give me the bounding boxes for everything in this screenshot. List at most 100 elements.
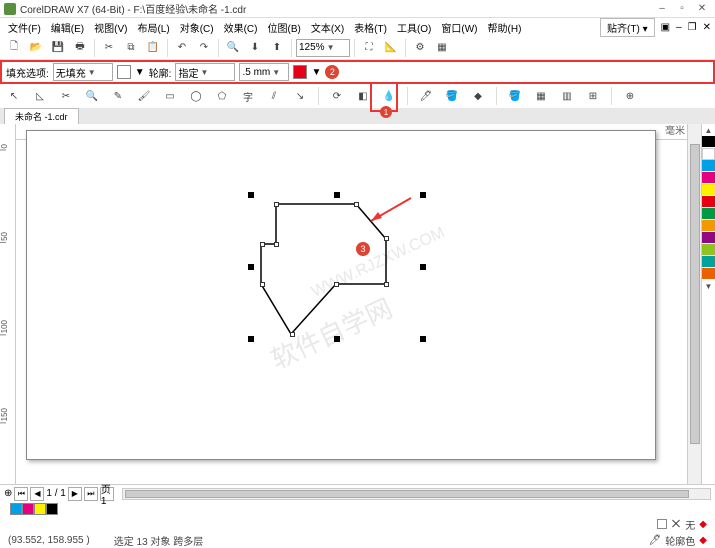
menu-layout[interactable]: 布局(L) (133, 19, 173, 36)
handle-tl[interactable] (248, 192, 254, 198)
redo-icon[interactable]: ↷ (194, 38, 214, 58)
palette-color[interactable] (702, 268, 715, 280)
blend-tool-icon[interactable]: ⟳ (327, 86, 347, 106)
fullscreen-icon[interactable]: ⛶ (359, 38, 379, 58)
freehand-tool-icon[interactable]: ✎ (108, 86, 128, 106)
node[interactable] (334, 282, 339, 287)
fill-swatch-drop[interactable]: ▼ (135, 67, 145, 78)
palette-color[interactable] (702, 136, 715, 148)
palette-color[interactable] (702, 232, 715, 244)
node[interactable] (384, 236, 389, 241)
menu-help[interactable]: 帮助(H) (484, 19, 526, 36)
view-color[interactable] (10, 503, 22, 515)
handle-mr[interactable] (420, 264, 426, 270)
menu-text[interactable]: 文本(X) (307, 19, 348, 36)
options-icon[interactable]: ⚙ (410, 38, 430, 58)
open-icon[interactable]: 📂 (26, 38, 46, 58)
add-tool-icon[interactable]: ⊕ (620, 86, 640, 106)
view-color[interactable] (22, 503, 34, 515)
menu-object[interactable]: 对象(C) (176, 19, 218, 36)
fill-swatch[interactable] (117, 65, 131, 79)
extra-tool-3-icon[interactable]: ⊞ (583, 86, 603, 106)
undo-icon[interactable]: ↶ (172, 38, 192, 58)
interactive-fill-icon[interactable]: ◆ (468, 86, 488, 106)
node[interactable] (274, 242, 279, 247)
document-tab[interactable]: 未命名 -1.cdr (4, 108, 79, 124)
palette-color[interactable] (702, 172, 715, 184)
rectangle-tool-icon[interactable]: ▭ (160, 86, 180, 106)
connector-tool-icon[interactable]: ↘ (290, 86, 310, 106)
print-icon[interactable]: 🖶 (70, 38, 90, 58)
outline-width-combo[interactable]: .5 mm▼ (239, 63, 289, 81)
close-button[interactable]: ✕ (693, 2, 711, 16)
zoom-combo[interactable]: 125%▼ (296, 39, 350, 57)
node[interactable] (354, 202, 359, 207)
extra-tool-1-icon[interactable]: ▦ (531, 86, 551, 106)
palette-color[interactable] (702, 148, 715, 160)
rulers-icon[interactable]: 📐 (381, 38, 401, 58)
palette-color[interactable] (702, 184, 715, 196)
paste-icon[interactable]: 📋 (143, 38, 163, 58)
handle-tr[interactable] (420, 192, 426, 198)
node[interactable] (260, 242, 265, 247)
import-icon[interactable]: ⬇ (245, 38, 265, 58)
search-icon[interactable]: 🔍 (223, 38, 243, 58)
menu-effects[interactable]: 效果(C) (220, 19, 262, 36)
outline-type-combo[interactable]: 指定▼ (175, 63, 235, 81)
view-color[interactable] (34, 503, 46, 515)
outline-pen-icon[interactable]: 🖊 (416, 86, 436, 106)
palette-up[interactable]: ▲ (702, 124, 715, 136)
save-icon[interactable]: 💾 (48, 38, 68, 58)
hscroll-thumb[interactable] (125, 490, 689, 498)
menu-view[interactable]: 视图(V) (90, 19, 131, 36)
horizontal-scrollbar[interactable] (122, 488, 711, 500)
node[interactable] (290, 332, 295, 337)
cut-icon[interactable]: ✂ (99, 38, 119, 58)
node[interactable] (274, 202, 279, 207)
copy-icon[interactable]: ⧉ (121, 38, 141, 58)
outline-color-drop[interactable]: ▼ (311, 67, 321, 78)
palette-color[interactable] (702, 196, 715, 208)
launch-icon[interactable]: ▣ (661, 22, 670, 33)
handle-bm[interactable] (334, 336, 340, 342)
export-icon[interactable]: ⬆ (267, 38, 287, 58)
doc-close-button[interactable]: ✕ (703, 22, 711, 33)
vscroll-thumb[interactable] (690, 144, 700, 444)
minimize-button[interactable]: – (653, 2, 671, 16)
artistic-tool-icon[interactable]: 🖌 (134, 86, 154, 106)
parallel-tool-icon[interactable]: ⫽ (264, 86, 284, 106)
polygon-tool-icon[interactable]: ⬠ (212, 86, 232, 106)
fill-type-combo[interactable]: 无填充▼ (53, 63, 113, 81)
vertical-scrollbar[interactable] (687, 124, 701, 484)
handle-br[interactable] (420, 336, 426, 342)
add-page-icon[interactable]: ⊕ (4, 488, 12, 499)
menu-file[interactable]: 文件(F) (4, 19, 45, 36)
vertical-ruler[interactable]: 0 50 100 150 (0, 124, 16, 484)
palette-color[interactable] (702, 256, 715, 268)
menu-tools[interactable]: 工具(O) (393, 19, 435, 36)
app-launcher-icon[interactable]: ▦ (432, 38, 452, 58)
new-icon[interactable]: 🗋 (4, 38, 24, 58)
menu-window[interactable]: 窗口(W) (437, 19, 481, 36)
palette-down[interactable]: ▼ (702, 280, 715, 292)
smart-fill-icon[interactable]: 🪣 (505, 86, 525, 106)
page-prev[interactable]: ◀ (30, 487, 44, 501)
outline-color-swatch[interactable] (293, 65, 307, 79)
node[interactable] (384, 282, 389, 287)
pick-tool-icon[interactable]: ↖ (4, 86, 24, 106)
view-color[interactable] (46, 503, 58, 515)
text-tool-icon[interactable]: 字 (238, 86, 258, 106)
doc-minimize-button[interactable]: – (676, 22, 682, 33)
page-tab[interactable]: 页 1 (100, 487, 114, 501)
menu-edit[interactable]: 编辑(E) (47, 19, 88, 36)
outline-pen-status-icon[interactable]: 🖊 (649, 535, 662, 546)
handle-tm[interactable] (334, 192, 340, 198)
palette-color[interactable] (702, 160, 715, 172)
fill-tool-icon[interactable]: 🪣 (442, 86, 462, 106)
page-first[interactable]: ⏮ (14, 487, 28, 501)
node[interactable] (260, 282, 265, 287)
maximize-button[interactable]: ▫ (673, 2, 691, 16)
palette-color[interactable] (702, 244, 715, 256)
menu-bitmap[interactable]: 位图(B) (263, 19, 304, 36)
palette-color[interactable] (702, 208, 715, 220)
